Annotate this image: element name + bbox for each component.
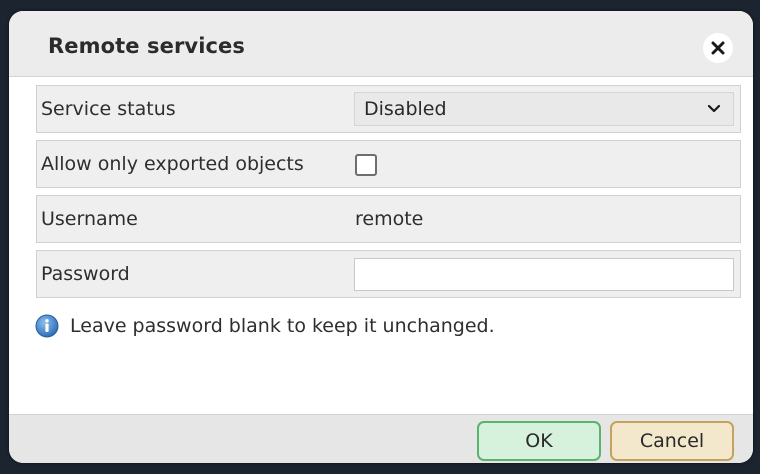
service-status-value: Disabled [364, 98, 447, 120]
password-row: Password [36, 250, 741, 298]
service-status-label: Service status [41, 98, 176, 120]
exported-only-label: Allow only exported objects [41, 153, 304, 175]
username-row: Username remote [36, 195, 741, 243]
dialog-title: Remote services [48, 34, 245, 58]
service-status-select[interactable]: Disabled [354, 92, 734, 126]
service-status-row: Service status Disabled [36, 85, 741, 133]
ok-button[interactable]: OK [477, 421, 601, 461]
password-input[interactable] [354, 258, 734, 291]
dialog-titlebar: Remote services [9, 11, 753, 77]
username-value: remote [355, 208, 424, 230]
exported-only-checkbox[interactable] [355, 154, 377, 176]
password-label: Password [41, 263, 130, 285]
cancel-button[interactable]: Cancel [610, 421, 734, 461]
close-button[interactable] [703, 33, 733, 63]
close-icon [711, 41, 725, 55]
info-icon [35, 314, 59, 338]
exported-only-row: Allow only exported objects [36, 140, 741, 188]
username-label: Username [41, 208, 138, 230]
remote-services-dialog: Remote services Service status Disabled … [9, 11, 753, 463]
info-message: Leave password blank to keep it unchange… [35, 314, 495, 338]
dialog-footer: OK Cancel [9, 414, 753, 463]
chevron-down-icon [707, 104, 721, 113]
info-text: Leave password blank to keep it unchange… [70, 315, 495, 337]
